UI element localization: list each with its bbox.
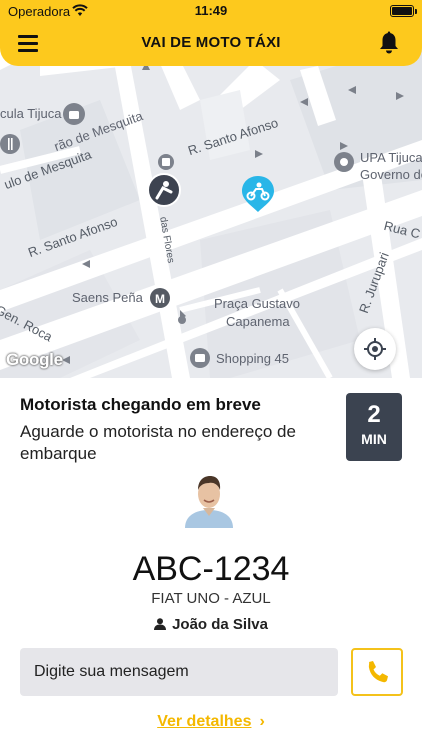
arrival-subtitle: Aguarde o motorista no endereço de embar…: [20, 422, 296, 463]
page-title: VAI DE MOTO TÁXI: [141, 34, 281, 51]
place-label-saens-pena: Saens Peña: [72, 290, 143, 305]
battery-icon: [390, 5, 417, 17]
status-bar: Operadora 11:49: [0, 0, 422, 22]
phone-icon: [368, 661, 388, 683]
place-label-capanema: Capanema: [226, 314, 290, 329]
arrival-title: Motorista chegando em breve: [20, 395, 261, 414]
vehicle-description: FIAT UNO - AZUL: [151, 590, 271, 607]
user-icon: [154, 618, 167, 630]
place-label-upa: UPA Tijuca: [360, 150, 422, 165]
place-label-governo: Governo de: [360, 167, 422, 182]
map-view[interactable]: M R. Santo Afonso R. Santo Afonso Gen. R…: [0, 40, 422, 378]
see-details-link[interactable]: Ver detalhes ›: [0, 713, 422, 731]
chevron-right-icon: ›: [259, 713, 265, 730]
call-driver-button[interactable]: [351, 648, 403, 696]
see-details-label: Ver detalhes: [157, 713, 252, 730]
eta-value: 2: [367, 401, 381, 428]
place-label-tijuca: cula Tijuca: [0, 106, 62, 121]
message-input[interactable]: [20, 648, 338, 696]
svg-text:M: M: [155, 292, 165, 306]
place-label-shopping: Shopping 45: [216, 351, 290, 366]
vehicle-plate: ABC-1234: [132, 550, 290, 588]
status-time: 11:49: [194, 3, 228, 18]
place-label-praca: Praça Gustavo: [214, 296, 300, 311]
crosshair-icon: [364, 338, 386, 360]
eta-unit: MIN: [361, 431, 387, 447]
driver-name-row: João da Silva: [0, 616, 422, 633]
driver-avatar: [185, 476, 233, 528]
locate-me-button[interactable]: [354, 328, 396, 370]
ride-status-sheet: Motorista chegando em breve Aguarde o mo…: [0, 378, 422, 750]
notification-bell-button[interactable]: [378, 31, 400, 55]
driver-name: João da Silva: [172, 616, 268, 633]
eta-badge: 2 MIN: [346, 393, 402, 461]
google-logo: Google: [6, 350, 63, 369]
app-header: Operadora 11:49 VAI DE MOTO TÁXI: [0, 0, 422, 66]
